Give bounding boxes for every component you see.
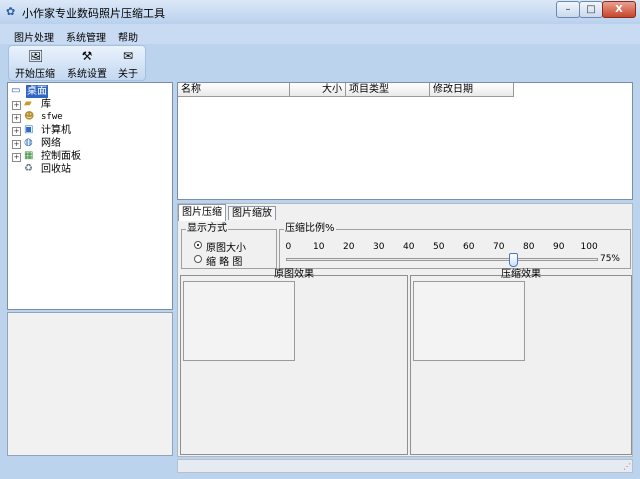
compressed-preview-title: 压缩效果 <box>501 269 541 280</box>
folder-tree[interactable]: ▭ 桌面 + ▰ 库 + ☻ sfwe + ▣ 计算机 + ◍ 网络 + ▦ 控… <box>7 82 173 310</box>
window-title: 小作家专业数码照片压缩工具 <box>22 7 165 20</box>
original-image-area <box>183 281 295 361</box>
tab-image-scale[interactable]: 图片缩放 <box>228 206 276 220</box>
status-bar: ⋰ <box>177 459 633 473</box>
network-icon: ◍ <box>24 137 33 148</box>
tree-label-library: 库 <box>41 99 51 110</box>
tree-label-user: sfwe <box>41 112 63 122</box>
column-header-modified[interactable]: 修改日期 <box>430 83 514 97</box>
slider-tick-label: 10 <box>313 242 325 252</box>
slider-tick-label: 0 <box>285 242 292 252</box>
column-header-size[interactable]: 大小 <box>290 83 346 97</box>
original-preview-title: 原图效果 <box>274 269 314 280</box>
expand-icon[interactable]: + <box>12 140 21 149</box>
compressed-preview-panel: 压缩效果 <box>410 269 632 455</box>
slider-tick-label: 20 <box>343 242 355 252</box>
compressed-image-area <box>413 281 525 361</box>
about-label: 关于 <box>118 69 138 80</box>
about-button[interactable]: ✉ 关于 <box>113 46 143 80</box>
slider-tick-label: 90 <box>553 242 565 252</box>
compression-slider-thumb[interactable] <box>509 253 518 267</box>
expand-icon[interactable]: + <box>12 127 21 136</box>
toolbar: 🖼 开始压缩 ⚒ 系统设置 ✉ 关于 <box>8 45 146 81</box>
display-mode-group: 显示方式 原图大小 缩 略 图 <box>181 223 277 269</box>
slider-tick-label: 60 <box>463 242 475 252</box>
compression-slider-track[interactable] <box>286 258 598 261</box>
tabs-panel: 图片压缩 图片缩放 显示方式 原图大小 缩 略 图 压缩比例% 0 10 20 30 4… <box>177 203 633 457</box>
file-list[interactable]: 名称 大小 项目类型 修改日期 <box>177 82 633 200</box>
compression-ratio-group: 压缩比例% 0 10 20 30 40 50 60 70 80 90 100 75% <box>279 223 631 269</box>
display-mode-title: 显示方式 <box>186 223 228 235</box>
computer-icon: ▣ <box>24 124 34 135</box>
radio-label-original-size: 原图大小 <box>206 243 246 254</box>
slider-tick-label: 80 <box>523 242 535 252</box>
tree-label-control-panel: 控制面板 <box>41 151 81 162</box>
slider-tick-label: 40 <box>403 242 415 252</box>
expand-icon[interactable]: + <box>12 101 21 110</box>
compress-icon: 🖼 <box>28 49 44 63</box>
radio-original-size[interactable] <box>194 241 202 249</box>
minimize-button[interactable]: – <box>556 1 580 18</box>
close-button[interactable]: X <box>602 1 636 18</box>
tree-label-network: 网络 <box>41 138 61 149</box>
slider-tick-label: 30 <box>373 242 385 252</box>
slider-tick-label: 100 <box>580 242 598 252</box>
library-icon: ▰ <box>24 98 32 109</box>
start-compress-label: 开始压缩 <box>15 69 55 80</box>
compression-ratio-title: 压缩比例% <box>284 223 336 235</box>
slider-tick-label: 70 <box>493 242 505 252</box>
tree-label-recycle-bin: 回收站 <box>41 164 71 175</box>
maximize-button[interactable]: □ <box>579 1 603 18</box>
radio-thumbnail[interactable] <box>194 255 202 263</box>
column-header-type[interactable]: 项目类型 <box>346 83 430 97</box>
recycle-bin-icon: ♻ <box>24 163 33 174</box>
tab-image-compress[interactable]: 图片压缩 <box>178 204 226 221</box>
expand-icon[interactable]: + <box>12 114 21 123</box>
user-folder-icon: ☻ <box>24 111 35 122</box>
menu-help[interactable]: 帮助 <box>118 29 138 44</box>
radio-label-thumbnail: 缩 略 图 <box>206 257 243 268</box>
app-icon: ✿ <box>6 5 16 18</box>
system-settings-button[interactable]: ⚒ 系统设置 <box>63 46 111 80</box>
original-preview-panel: 原图效果 <box>180 269 408 455</box>
menu-bar: 图片处理 系统管理 帮助 <box>0 24 640 44</box>
start-compress-button[interactable]: 🖼 开始压缩 <box>11 46 59 80</box>
menu-system-management[interactable]: 系统管理 <box>66 29 106 44</box>
tree-label-computer: 计算机 <box>41 125 71 136</box>
tree-label-desktop: 桌面 <box>26 85 48 98</box>
resize-grip-icon[interactable]: ⋰ <box>623 462 631 472</box>
desktop-icon: ▭ <box>11 85 21 96</box>
column-header-name[interactable]: 名称 <box>178 83 290 97</box>
control-panel-icon: ▦ <box>24 150 34 161</box>
expand-icon[interactable]: + <box>12 153 21 162</box>
slider-tick-label: 50 <box>433 242 445 252</box>
left-lower-panel <box>7 312 173 456</box>
system-settings-label: 系统设置 <box>67 69 107 80</box>
compression-value: 75% <box>599 254 620 264</box>
settings-icon: ⚒ <box>81 49 93 63</box>
menu-image-processing[interactable]: 图片处理 <box>14 29 54 44</box>
about-icon: ✉ <box>122 49 134 63</box>
title-bar: ✿ 小作家专业数码照片压缩工具 – □ X <box>0 0 640 24</box>
